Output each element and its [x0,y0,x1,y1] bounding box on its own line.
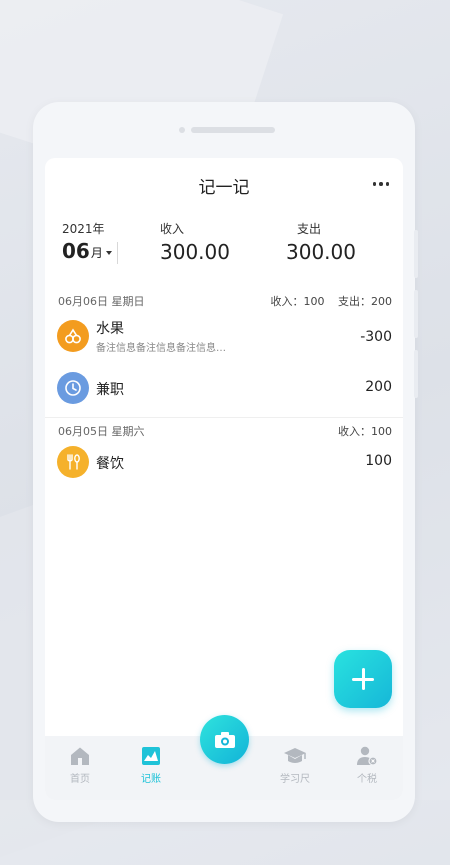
app-header: 记一记 [45,158,403,210]
list-item[interactable]: 兼职 200 [45,365,403,413]
tab-label: 学习尺 [280,774,310,785]
entry-category: 兼职 [96,382,124,398]
tab-label: 首页 [70,774,90,785]
day-group: 06月06日 星期日 收入：100 支出：200 水果 备注信息备注信息备注信息… [45,285,403,418]
user-tax-icon [357,746,378,766]
entry-amount: 100 [365,453,392,469]
day-group: 06月05日 星期六 收入：100 餐饮 100 [45,415,403,491]
tab-home[interactable]: 首页 [50,746,110,785]
day-income: 收入：100 [338,425,392,438]
side-button [414,350,418,398]
camera-button[interactable] [200,715,249,764]
day-header: 06月06日 星期日 收入：100 支出：200 [45,285,403,313]
bottom-tabbar: 首页 记账 学习尺 个税 [45,715,403,800]
day-expense: 支出：200 [338,295,392,308]
page-title: 记一记 [198,178,250,198]
entry-amount: -300 [360,329,392,345]
month-selector[interactable]: 06 月 [62,240,112,262]
day-date: 06月06日 星期日 [58,295,145,308]
side-button [414,290,418,338]
fruit-icon [57,320,89,352]
phone-frame: 记一记 2021年 06 月 收入 300.00 支出 300.00 06月06… [33,102,418,822]
expense-label: 支出 [297,222,322,236]
month-summary: 2021年 06 月 收入 300.00 支出 300.00 [45,220,403,270]
income-label: 收入 [160,222,185,236]
day-stats: 收入：100 [338,423,392,439]
expense-total: 300.00 [286,240,356,264]
clock-icon [57,372,89,404]
month-unit: 月 [90,246,103,260]
add-entry-button[interactable] [334,650,392,708]
day-stats: 收入：100 支出：200 [271,293,393,309]
tab-tax[interactable]: 个税 [337,746,397,785]
home-icon [71,747,89,765]
graduation-cap-icon [284,748,306,763]
entry-category: 水果 [96,321,124,337]
tab-label: 记账 [141,774,161,785]
month-number: 06 [62,239,90,263]
tab-label: 个税 [357,774,377,785]
camera-icon [214,731,235,748]
day-header: 06月05日 星期六 收入：100 [45,415,403,443]
ledger-icon [142,747,160,765]
camera-dot [179,127,185,133]
divider [117,242,118,264]
side-button [414,230,418,278]
year-label: 2021年 [62,222,105,236]
income-total: 300.00 [160,240,230,264]
list-item[interactable]: 水果 备注信息备注信息备注信息… -300 [45,313,403,361]
utensils-icon [57,446,89,478]
speaker-grille [191,127,275,133]
app-screen: 记一记 2021年 06 月 收入 300.00 支出 300.00 06月06… [45,158,403,800]
day-date: 06月05日 星期六 [58,425,145,438]
entry-category: 餐饮 [96,456,124,472]
entry-note: 备注信息备注信息备注信息… [96,343,226,354]
list-item[interactable]: 餐饮 100 [45,443,403,491]
caret-down-icon [105,251,112,255]
entry-amount: 200 [365,379,392,395]
tab-study[interactable]: 学习尺 [265,746,325,785]
tab-ledger[interactable]: 记账 [121,746,181,785]
day-income: 收入：100 [270,295,325,308]
more-options-icon[interactable] [372,182,389,186]
